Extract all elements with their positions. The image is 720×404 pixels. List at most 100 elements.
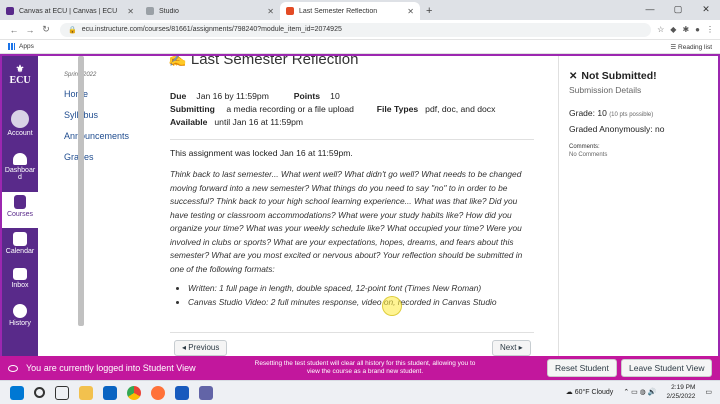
browser-tab[interactable]: Canvas at ECU | Canvas | ECU ✕ bbox=[0, 2, 140, 20]
course-nav-syllabus[interactable]: Syllabus bbox=[64, 110, 134, 120]
reload-icon[interactable]: ↻ bbox=[38, 24, 54, 35]
due-label: Due bbox=[170, 91, 187, 101]
puzzle-icon[interactable]: ✱ bbox=[682, 25, 689, 34]
student-view-bar: You are currently logged into Student Vi… bbox=[0, 356, 720, 380]
browser-tab[interactable]: Studio ✕ bbox=[140, 2, 280, 20]
close-tab-icon[interactable]: ✕ bbox=[407, 7, 414, 16]
format-list: Written: 1 full page in length, double s… bbox=[180, 281, 532, 309]
notification-icon[interactable]: ▭ bbox=[705, 388, 712, 396]
assignment-details: Due Jan 16 by 11:59pm Points 10 Submitti… bbox=[170, 90, 532, 129]
eye-icon bbox=[8, 364, 18, 372]
submission-details-link[interactable]: Submission Details bbox=[569, 85, 718, 95]
taskbar: ☁ 60°F Cloudy ⌃ ▭ ◍ 🔊 2:19 PM 2/25/2022 … bbox=[0, 380, 720, 404]
cursor-highlight bbox=[382, 296, 402, 316]
bookmarks-bar: Apps ☰ Reading list bbox=[0, 40, 720, 54]
time: 2:19 PM bbox=[671, 384, 696, 391]
task-view-icon[interactable] bbox=[55, 385, 69, 400]
page-title: ✍ Last Semester Reflection bbox=[168, 54, 358, 68]
next-button[interactable]: Next ▸ bbox=[492, 340, 531, 356]
global-nav-calendar[interactable]: Calendar bbox=[2, 230, 38, 262]
file-explorer-icon[interactable] bbox=[79, 385, 93, 400]
student-view-message: You are currently logged into Student Vi… bbox=[26, 363, 196, 373]
points-label: Points bbox=[293, 91, 321, 101]
tab-title: Canvas at ECU | Canvas | ECU bbox=[19, 7, 118, 15]
menu-icon[interactable]: ⋮ bbox=[706, 25, 714, 34]
user-icon bbox=[11, 110, 29, 128]
firefox-icon[interactable] bbox=[151, 385, 165, 400]
close-window-icon[interactable]: ✕ bbox=[692, 0, 720, 18]
divider bbox=[170, 139, 534, 140]
forward-icon[interactable]: → bbox=[22, 25, 38, 35]
grade-possible: (10 pts possible) bbox=[609, 112, 654, 118]
points-value: 10 bbox=[330, 91, 340, 101]
book-icon bbox=[14, 195, 26, 209]
reset-student-button[interactable]: Reset Student bbox=[547, 359, 617, 377]
maximize-icon[interactable]: ▢ bbox=[664, 0, 692, 18]
submission-status: ✕ Not Submitted! bbox=[569, 70, 657, 82]
previous-button[interactable]: ◂ Previous bbox=[174, 340, 228, 356]
star-icon[interactable]: ☆ bbox=[657, 25, 664, 34]
apps-grid-icon bbox=[8, 42, 15, 50]
date: 2/25/2022 bbox=[666, 393, 696, 400]
scrollbar[interactable] bbox=[78, 56, 84, 326]
close-tab-icon[interactable]: ✕ bbox=[127, 7, 134, 16]
term-label: Spring 2022 bbox=[64, 72, 97, 78]
course-nav-announcements[interactable]: Announcements bbox=[64, 131, 134, 141]
search-icon[interactable] bbox=[34, 387, 45, 398]
apps-bookmark[interactable]: Apps bbox=[8, 42, 34, 50]
chrome-icon[interactable] bbox=[127, 385, 141, 400]
locked-notice: This assignment was locked Jan 16 at 11:… bbox=[170, 148, 353, 158]
course-nav-home[interactable]: Home bbox=[64, 89, 134, 99]
tray-icons[interactable]: ⌃ ▭ ◍ 🔊 bbox=[623, 388, 656, 396]
browser-tab-active[interactable]: Last Semester Reflection ✕ bbox=[280, 2, 420, 20]
grade-info: Grade: 10 (10 pts possible) Graded Anony… bbox=[569, 106, 718, 136]
close-icon: ✕ bbox=[569, 71, 578, 82]
profile-icon[interactable]: ● bbox=[695, 25, 700, 34]
minimize-icon[interactable]: — bbox=[636, 0, 664, 18]
comments-label: Comments: bbox=[569, 144, 600, 150]
browser-tab-strip: Canvas at ECU | Canvas | ECU ✕ Studio ✕ … bbox=[0, 0, 720, 20]
grade-value: Grade: 10 bbox=[569, 108, 607, 118]
comments-value: No Comments bbox=[569, 152, 608, 158]
assignment-description: Think back to last semester... What went… bbox=[170, 169, 523, 274]
studio-favicon-icon bbox=[146, 7, 154, 15]
inbox-icon bbox=[13, 268, 27, 280]
url-text: ecu.instructure.com/courses/81661/assign… bbox=[81, 26, 342, 33]
leave-student-view-button[interactable]: Leave Student View bbox=[621, 359, 713, 377]
close-tab-icon[interactable]: ✕ bbox=[267, 7, 274, 16]
address-bar-row: ← → ↻ 🔒 ecu.instructure.com/courses/8166… bbox=[0, 20, 720, 40]
global-nav-account[interactable]: Account bbox=[2, 108, 38, 144]
ecu-logo[interactable]: ⚜ ECU bbox=[8, 64, 32, 86]
assignment-content: ✍ Last Semester Reflection Due Jan 16 by… bbox=[168, 56, 540, 356]
tab-title: Studio bbox=[159, 7, 179, 15]
url-input[interactable]: 🔒 ecu.instructure.com/courses/81661/assi… bbox=[60, 22, 652, 37]
clock[interactable]: 2:19 PM 2/25/2022 bbox=[666, 383, 695, 401]
teams-icon[interactable] bbox=[199, 385, 213, 400]
reset-warning: Resetting the test student will clear al… bbox=[254, 360, 476, 375]
calendar-icon bbox=[13, 232, 27, 246]
window-controls: — ▢ ✕ bbox=[636, 0, 720, 18]
back-icon[interactable]: ← bbox=[6, 25, 22, 35]
extension-icon[interactable]: ◆ bbox=[670, 25, 676, 34]
course-nav-grades[interactable]: Grades bbox=[64, 152, 134, 162]
global-nav-inbox[interactable]: Inbox bbox=[2, 266, 38, 298]
global-navigation: ⚜ ECU Account Dashboard Courses Calendar … bbox=[2, 56, 38, 356]
available-label: Available bbox=[170, 117, 208, 127]
global-nav-history[interactable]: History bbox=[2, 302, 38, 334]
windows-start-icon[interactable] bbox=[10, 385, 24, 400]
word-icon[interactable] bbox=[175, 385, 189, 400]
submission-sidebar: ✕ Not Submitted! Submission Details Grade… bbox=[558, 56, 718, 356]
graded-anonymously: Graded Anonymously: no bbox=[569, 124, 665, 134]
tab-title: Last Semester Reflection bbox=[299, 7, 378, 15]
global-nav-dashboard[interactable]: Dashboard bbox=[2, 150, 38, 194]
assignment-icon: ✍ bbox=[168, 54, 191, 68]
weather-widget[interactable]: ☁ 60°F Cloudy bbox=[566, 388, 614, 396]
reading-list[interactable]: ☰ Reading list bbox=[670, 43, 712, 51]
lock-icon: 🔒 bbox=[68, 26, 77, 34]
outlook-icon[interactable] bbox=[103, 385, 117, 400]
global-nav-courses[interactable]: Courses bbox=[2, 192, 38, 228]
new-tab-button[interactable]: + bbox=[426, 5, 432, 17]
canvas-favicon-icon bbox=[286, 7, 294, 15]
canvas-favicon-icon bbox=[6, 7, 14, 15]
submitting-value: a media recording or a file upload bbox=[226, 104, 354, 114]
